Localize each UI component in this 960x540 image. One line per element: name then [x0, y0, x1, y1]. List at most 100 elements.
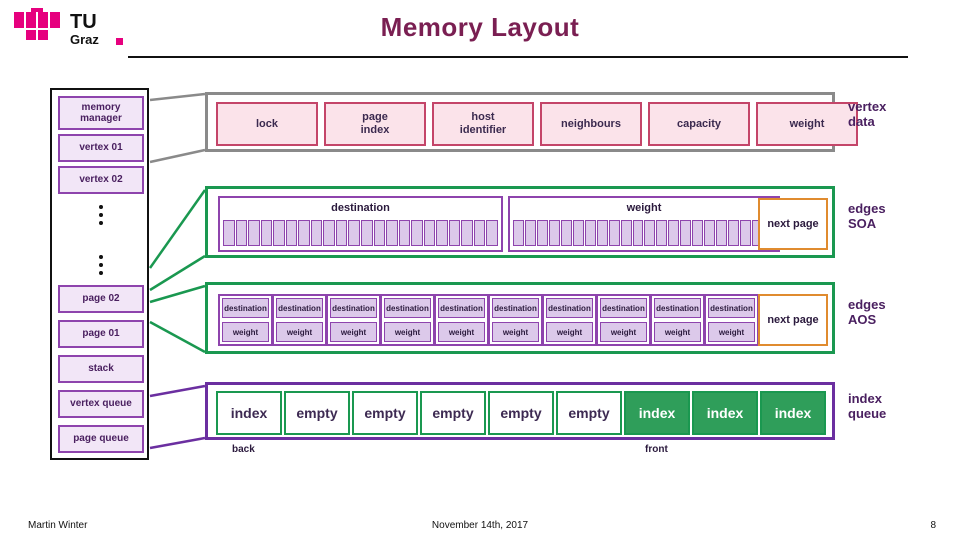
- soa-slot: [386, 220, 398, 246]
- memory-manager-item-label: page 02: [82, 293, 120, 305]
- soa-slot: [448, 220, 461, 246]
- soa-slot: [524, 220, 536, 246]
- memory-manager-item-vertex-02[interactable]: vertex 02: [58, 166, 144, 194]
- memory-manager-item-label: memory manager: [80, 101, 122, 125]
- soa-slot: [248, 220, 260, 246]
- aos-cell-weight: weight: [276, 322, 323, 342]
- aos-cell[interactable]: destination weight: [434, 294, 489, 346]
- soa-slot: [486, 220, 499, 246]
- memory-manager-stack: memory manager vertex 01 vertex 02 page 0…: [50, 88, 149, 460]
- aos-cell[interactable]: destination weight: [542, 294, 597, 346]
- soa-slot: [285, 220, 298, 246]
- aos-cell-weight: weight: [330, 322, 377, 342]
- memory-manager-item-label: stack: [88, 363, 114, 375]
- memory-manager-item-memory-manager[interactable]: memory manager: [58, 96, 144, 130]
- soa-slot: [608, 220, 620, 246]
- memory-manager-item-label: vertex 01: [79, 142, 123, 154]
- index-queue-cell[interactable]: empty: [420, 391, 486, 435]
- soa-slot: [680, 220, 692, 246]
- aos-cell[interactable]: destination weight: [218, 294, 273, 346]
- soa-weight-label: weight: [626, 202, 662, 214]
- aos-cell-weight: weight: [438, 322, 485, 342]
- vertex-field-label: page index: [360, 111, 390, 136]
- soa-slot: [632, 220, 644, 246]
- header-rule: [128, 56, 908, 58]
- aos-cell-weight: weight: [492, 322, 539, 342]
- soa-slot: [668, 220, 680, 246]
- vertex-field-weight[interactable]: weight: [756, 102, 858, 146]
- memory-manager-item-page-01[interactable]: page 01: [58, 320, 144, 348]
- soa-slot: [584, 220, 596, 246]
- index-queue-cell[interactable]: empty: [556, 391, 622, 435]
- aos-cell[interactable]: destination weight: [272, 294, 327, 346]
- edges-aos-group-label: edges AOS: [848, 297, 886, 327]
- vertex-field-label: capacity: [676, 117, 722, 130]
- vertex-field-lock[interactable]: lock: [216, 102, 318, 146]
- soa-slot: [398, 220, 411, 246]
- index-queue-cell[interactable]: index: [624, 391, 690, 435]
- index-queue-cell[interactable]: index: [692, 391, 758, 435]
- memory-manager-item-page-queue[interactable]: page queue: [58, 425, 144, 453]
- aos-cell-weight: weight: [222, 322, 269, 342]
- memory-manager-item-page-02[interactable]: page 02: [58, 285, 144, 313]
- page-title: Memory Layout: [380, 12, 580, 42]
- aos-cell-destination: destination: [600, 298, 647, 318]
- soa-slot: [361, 220, 373, 246]
- edges-soa-group-label: edges SOA: [848, 201, 886, 231]
- aos-cell[interactable]: destination weight: [704, 294, 759, 346]
- queue-front-label: front: [645, 444, 668, 455]
- aos-next-page-label: next page: [767, 314, 819, 326]
- edges-aos-row: destination weight destination weight destin…: [205, 282, 835, 354]
- vertex-field-host-id[interactable]: host identifier: [432, 102, 534, 146]
- vertex-field-label: weight: [789, 117, 825, 130]
- aos-cell-destination: destination: [384, 298, 431, 318]
- vertex-field-label: lock: [255, 117, 278, 130]
- aos-next-page-cell[interactable]: next page: [758, 294, 828, 346]
- vertex-field-page-index[interactable]: page index: [324, 102, 426, 146]
- soa-slot: [572, 220, 584, 246]
- aos-cell-destination: destination: [654, 298, 701, 318]
- aos-cell-weight: weight: [384, 322, 431, 342]
- ellipsis-dots-lower: [58, 250, 144, 280]
- index-queue-cell[interactable]: empty: [284, 391, 350, 435]
- soa-next-page-cell[interactable]: next page: [758, 198, 828, 250]
- index-queue-cell[interactable]: index: [216, 391, 282, 435]
- aos-cell[interactable]: destination weight: [650, 294, 705, 346]
- footer-date: November 14th, 2017: [431, 520, 529, 531]
- aos-cell[interactable]: destination weight: [488, 294, 543, 346]
- aos-cell[interactable]: destination weight: [326, 294, 381, 346]
- index-queue-cell[interactable]: empty: [488, 391, 554, 435]
- memory-manager-item-vertex-01[interactable]: vertex 01: [58, 134, 144, 162]
- aos-cell[interactable]: destination weight: [596, 294, 651, 346]
- index-queue-cell[interactable]: index: [760, 391, 826, 435]
- vertex-data-group-label: vertex data: [848, 99, 887, 129]
- soa-slot: [644, 220, 656, 246]
- soa-slot: [620, 220, 632, 246]
- footer-page-number: 8: [930, 520, 936, 531]
- soa-slot: [548, 220, 560, 246]
- soa-slot: [323, 220, 335, 246]
- soa-slot: [436, 220, 448, 246]
- soa-slot: [298, 220, 310, 246]
- soa-weight-block[interactable]: weight: [508, 196, 780, 252]
- soa-slot: [704, 220, 716, 246]
- soa-slot: [728, 220, 740, 246]
- memory-manager-item-stack[interactable]: stack: [58, 355, 144, 383]
- soa-slot: [335, 220, 348, 246]
- memory-manager-item-label: page queue: [73, 433, 129, 445]
- vertex-field-capacity[interactable]: capacity: [648, 102, 750, 146]
- soa-slot: [716, 220, 728, 246]
- memory-manager-item-label: vertex queue: [70, 398, 132, 410]
- index-queue-cell[interactable]: empty: [352, 391, 418, 435]
- memory-manager-item-vertex-queue[interactable]: vertex queue: [58, 390, 144, 418]
- soa-slot: [373, 220, 386, 246]
- aos-cell-weight: weight: [600, 322, 647, 342]
- soa-slot: [656, 220, 668, 246]
- soa-slot: [310, 220, 323, 246]
- vertex-field-label: neighbours: [561, 117, 621, 130]
- aos-cell[interactable]: destination weight: [380, 294, 435, 346]
- soa-slot: [260, 220, 273, 246]
- soa-slot: [560, 220, 572, 246]
- vertex-field-neighbours[interactable]: neighbours: [540, 102, 642, 146]
- soa-destination-block[interactable]: destination: [218, 196, 503, 252]
